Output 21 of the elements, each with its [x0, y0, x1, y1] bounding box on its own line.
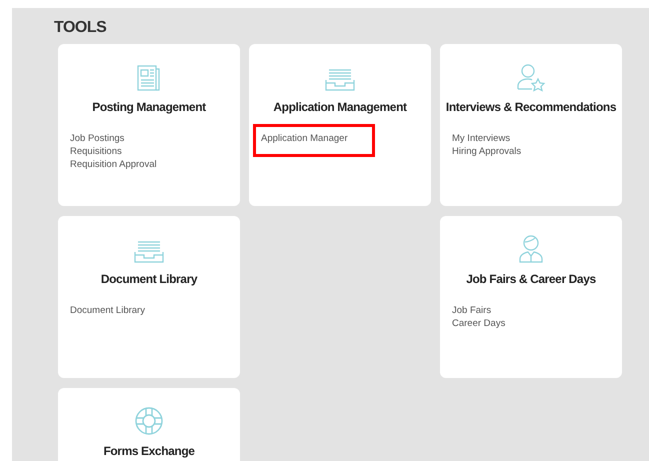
tool-link[interactable]: Document Library [70, 304, 145, 317]
tool-link[interactable]: Application Manager [253, 124, 375, 157]
inbox-tray-icon [324, 68, 356, 92]
card-title[interactable]: Document Library [100, 272, 198, 286]
tool-link[interactable]: Career Days [452, 317, 506, 330]
section-heading: TOOLS [54, 18, 108, 38]
card-title[interactable]: Forms Exchange [103, 444, 195, 458]
tool-link[interactable]: Job Fairs [452, 304, 492, 317]
newspaper-icon [136, 64, 162, 92]
tool-link[interactable]: Job Postings [70, 132, 124, 145]
card-title[interactable]: Posting Management [92, 100, 206, 114]
card-title[interactable]: Interviews & Recommendations [446, 100, 616, 114]
tool-link[interactable]: My Interviews [452, 132, 510, 145]
inbox-tray-icon [133, 240, 165, 264]
tool-link[interactable]: Hiring Approvals [452, 145, 522, 158]
card-title[interactable]: Application Management [273, 100, 407, 114]
tool-link[interactable]: Requisition Approval [70, 158, 157, 171]
card-title[interactable]: Job Fairs & Career Days [466, 272, 596, 286]
person-star-icon [516, 62, 546, 92]
lifebuoy-icon [134, 406, 164, 436]
tool-link[interactable]: Requisitions [70, 145, 122, 158]
